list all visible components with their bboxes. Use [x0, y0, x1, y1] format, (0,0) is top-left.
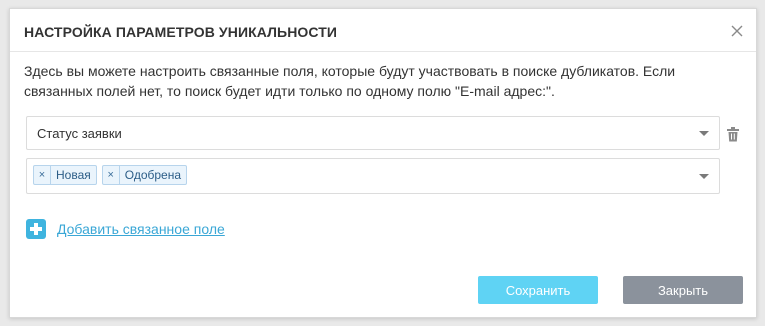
dialog-description: Здесь вы можете настроить связанные поля… [24, 63, 676, 99]
field-select[interactable]: Статус заявки [26, 116, 720, 150]
field-select-value: Статус заявки [37, 126, 122, 141]
tag-label: Одобрена [124, 168, 182, 182]
trash-icon[interactable] [726, 127, 740, 142]
tag-chip: × Новая [33, 165, 97, 185]
save-button[interactable]: Сохранить [478, 276, 598, 304]
add-linked-field[interactable]: Добавить связанное поле [26, 219, 225, 239]
header-divider [10, 51, 756, 52]
tag-chip: × Одобрена [101, 165, 188, 185]
selected-tags: × Новая × Одобрена [33, 165, 188, 185]
add-linked-field-link[interactable]: Добавить связанное поле [57, 221, 225, 237]
tag-label: Новая [56, 168, 91, 182]
dialog-title: НАСТРОЙКА ПАРАМЕТРОВ УНИКАЛЬНОСТИ [24, 24, 338, 40]
uniqueness-settings-dialog: НАСТРОЙКА ПАРАМЕТРОВ УНИКАЛЬНОСТИ Здесь … [9, 8, 757, 318]
chevron-down-icon [699, 174, 709, 179]
chevron-down-icon [699, 131, 709, 136]
close-button[interactable]: Закрыть [623, 276, 743, 304]
plus-square-icon[interactable] [26, 219, 46, 239]
values-multiselect[interactable]: × Новая × Одобрена [26, 158, 720, 194]
tag-remove-icon[interactable]: × [103, 166, 120, 184]
tag-remove-icon[interactable]: × [34, 166, 51, 184]
close-icon[interactable] [730, 24, 744, 38]
